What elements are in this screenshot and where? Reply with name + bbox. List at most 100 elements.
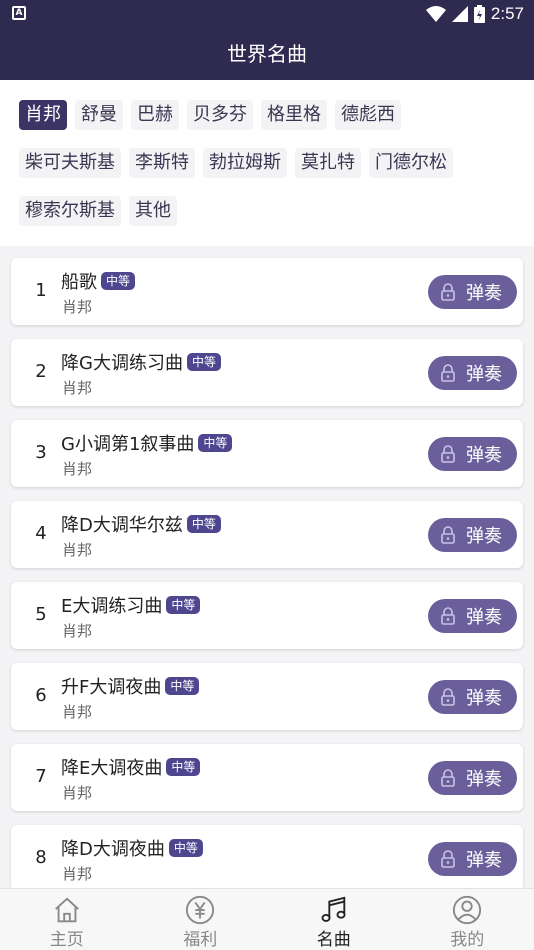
tab-label: 名曲 — [316, 930, 351, 950]
difficulty-badge: 中等 — [198, 434, 233, 452]
play-button[interactable]: 弹奏 — [428, 599, 517, 633]
song-number: 7 — [35, 766, 47, 787]
song-title: 降G大调练习曲 — [61, 353, 183, 374]
song-card[interactable]: 6 升F大调夜曲 中等 肖邦 弹奏 — [11, 663, 523, 730]
tag-mendelssohn[interactable]: 门德尔松 — [369, 148, 453, 178]
tag-brahms[interactable]: 勃拉姆斯 — [203, 148, 287, 178]
song-composer: 肖邦 — [62, 541, 93, 559]
song-card[interactable]: 8 降D大调夜曲 中等 肖邦 弹奏 — [11, 825, 523, 888]
tag-mussorgsky[interactable]: 穆索尔斯基 — [19, 196, 121, 226]
difficulty-badge: 中等 — [186, 353, 221, 371]
song-number: 3 — [35, 442, 47, 463]
tag-grieg[interactable]: 格里格 — [261, 100, 327, 130]
song-card[interactable]: 3 G小调第1叙事曲 中等 肖邦 弹奏 — [11, 420, 523, 487]
tab-famous-songs[interactable]: 名曲 — [267, 889, 401, 950]
music-note-icon — [321, 896, 346, 922]
play-button[interactable]: 弹奏 — [428, 680, 517, 714]
play-button-label: 弹奏 — [466, 688, 502, 709]
lock-icon — [441, 526, 455, 544]
tag-mozart[interactable]: 莫扎特 — [295, 148, 361, 178]
tag-row: 肖邦 舒曼 巴赫 贝多芬 格里格 德彪西 — [19, 100, 534, 130]
play-button[interactable]: 弹奏 — [428, 275, 517, 309]
play-button[interactable]: 弹奏 — [428, 518, 517, 552]
song-composer: 肖邦 — [62, 379, 93, 397]
signal-icon — [451, 6, 468, 22]
difficulty-badge: 中等 — [165, 677, 200, 695]
tag-debussy[interactable]: 德彪西 — [335, 100, 401, 130]
lock-icon — [441, 607, 455, 625]
lock-icon — [441, 364, 455, 382]
song-card[interactable]: 5 E大调练习曲 中等 肖邦 弹奏 — [11, 582, 523, 649]
song-number: 1 — [35, 280, 47, 301]
play-button[interactable]: 弹奏 — [428, 437, 517, 471]
clock: 2:57 — [490, 4, 524, 23]
status-icons: 2:57 — [425, 3, 524, 25]
song-composer: 肖邦 — [62, 460, 93, 478]
lock-icon — [441, 445, 455, 463]
song-composer: 肖邦 — [62, 784, 93, 802]
song-composer: 肖邦 — [62, 703, 93, 721]
difficulty-badge: 中等 — [166, 596, 201, 614]
play-button[interactable]: 弹奏 — [428, 842, 517, 876]
song-number: 2 — [35, 361, 47, 382]
lock-icon — [441, 688, 455, 706]
tab-label: 主页 — [49, 930, 84, 950]
yen-icon — [186, 895, 215, 925]
lock-icon — [441, 283, 455, 301]
home-icon — [54, 897, 79, 923]
play-button-label: 弹奏 — [466, 364, 502, 385]
play-button[interactable]: 弹奏 — [428, 761, 517, 795]
bottom-tab-bar: 主页 福利 名曲 我的 — [0, 888, 534, 950]
page-title: 世界名曲 — [0, 28, 534, 80]
play-button-label: 弹奏 — [466, 283, 502, 304]
tag-schumann[interactable]: 舒曼 — [75, 100, 123, 130]
difficulty-badge: 中等 — [101, 272, 136, 290]
song-number: 5 — [35, 604, 47, 625]
tab-mine[interactable]: 我的 — [401, 889, 534, 950]
composer-filter: 肖邦 舒曼 巴赫 贝多芬 格里格 德彪西 柴可夫斯基 李斯特 勃拉姆斯 莫扎特 … — [0, 80, 534, 246]
tab-welfare[interactable]: 福利 — [134, 889, 268, 950]
song-title: E大调练习曲 — [61, 596, 163, 617]
status-bar: A 2:57 — [0, 0, 534, 28]
tag-beethoven[interactable]: 贝多芬 — [187, 100, 253, 130]
song-title: 降D大调华尔兹 — [61, 515, 183, 536]
battery-icon — [473, 5, 485, 23]
tab-label: 我的 — [450, 930, 485, 950]
tag-row: 穆索尔斯基 其他 — [19, 196, 534, 226]
tag-bach[interactable]: 巴赫 — [131, 100, 179, 130]
lock-icon — [441, 850, 455, 868]
song-composer: 肖邦 — [62, 865, 93, 883]
tab-home[interactable]: 主页 — [0, 889, 134, 950]
difficulty-badge: 中等 — [186, 515, 221, 533]
wifi-icon — [425, 6, 446, 22]
song-composer: 肖邦 — [62, 622, 93, 640]
song-title: 降D大调夜曲 — [61, 839, 165, 860]
play-button[interactable]: 弹奏 — [428, 356, 517, 390]
song-composer: 肖邦 — [62, 298, 93, 316]
song-card[interactable]: 2 降G大调练习曲 中等 肖邦 弹奏 — [11, 339, 523, 406]
song-card[interactable]: 1 船歌 中等 肖邦 弹奏 — [11, 258, 523, 325]
song-list: 1 船歌 中等 肖邦 弹奏 2 降G大调练习曲 中等 肖邦 弹奏 3 G小调第1叙事… — [0, 246, 534, 888]
tag-liszt[interactable]: 李斯特 — [129, 148, 195, 178]
user-icon — [453, 895, 482, 925]
tab-label: 福利 — [183, 930, 218, 950]
song-title: 船歌 — [61, 272, 97, 293]
song-title: 升F大调夜曲 — [61, 677, 162, 698]
tag-other[interactable]: 其他 — [129, 196, 177, 226]
difficulty-badge: 中等 — [168, 839, 203, 857]
difficulty-badge: 中等 — [166, 758, 201, 776]
tag-tchaikovsky[interactable]: 柴可夫斯基 — [19, 148, 121, 178]
song-number: 4 — [35, 523, 47, 544]
lock-icon — [441, 769, 455, 787]
play-button-label: 弹奏 — [466, 607, 502, 628]
tag-row: 柴可夫斯基 李斯特 勃拉姆斯 莫扎特 门德尔松 — [19, 148, 534, 178]
song-card[interactable]: 4 降D大调华尔兹 中等 肖邦 弹奏 — [11, 501, 523, 568]
song-number: 8 — [35, 847, 47, 868]
tag-chopin[interactable]: 肖邦 — [19, 100, 67, 130]
play-button-label: 弹奏 — [466, 769, 502, 790]
play-button-label: 弹奏 — [466, 526, 502, 547]
song-card[interactable]: 7 降E大调夜曲 中等 肖邦 弹奏 — [11, 744, 523, 811]
song-title: 降E大调夜曲 — [61, 758, 163, 779]
song-title: G小调第1叙事曲 — [61, 434, 195, 455]
song-number: 6 — [35, 685, 47, 706]
